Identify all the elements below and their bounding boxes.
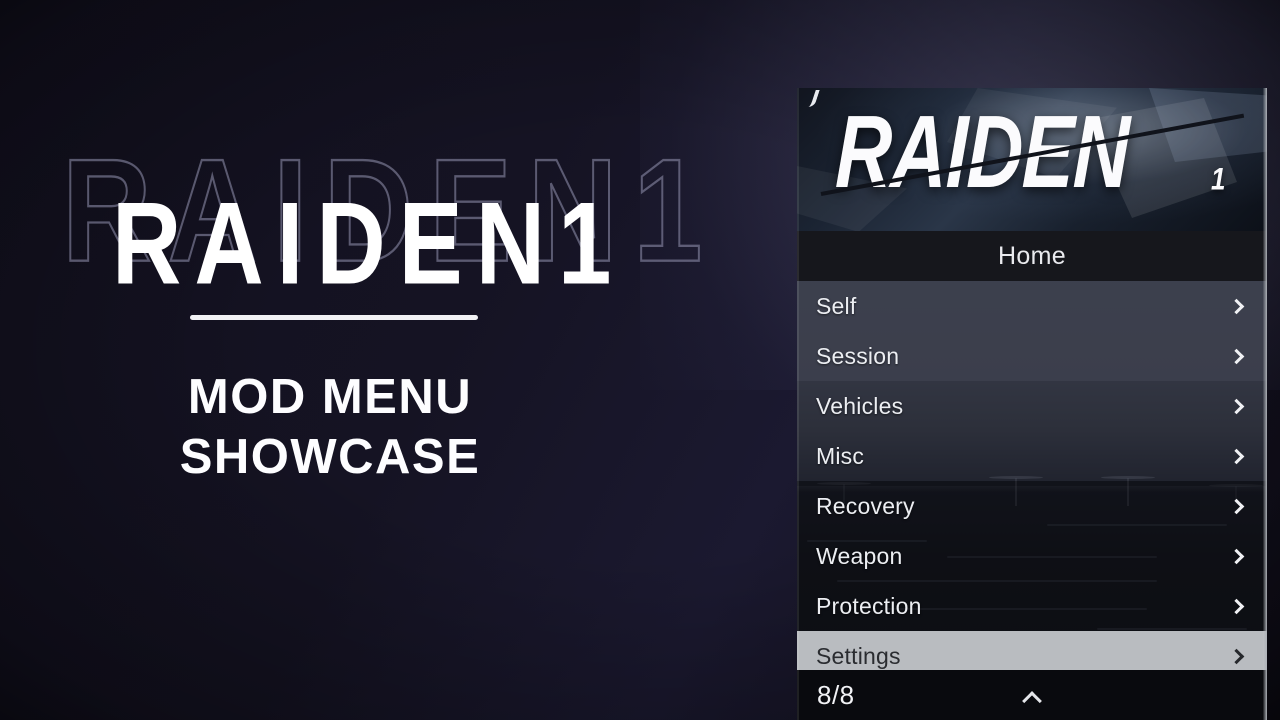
menu-footer-bar: 8/8 [797,670,1267,720]
menu-header-bar: Home [797,231,1267,281]
menu-item-label: Settings [816,642,901,669]
menu-item-list: Self Session Vehicles Misc Recovery Weapon Pro… [797,281,1267,681]
menu-item-vehicles[interactable]: Vehicles [797,381,1267,431]
banner-corner-mark [801,90,820,107]
menu-item-self[interactable]: Self [797,281,1267,331]
menu-item-session[interactable]: Session [797,331,1267,381]
chevron-right-icon [1229,348,1245,364]
menu-item-recovery[interactable]: Recovery [797,481,1267,531]
hero-title: RAIDEN1 [112,178,625,310]
chevron-up-icon[interactable] [1022,689,1042,701]
menu-item-protection[interactable]: Protection [797,581,1267,631]
panel-left-border [797,88,799,720]
menu-banner: RAIDEN 1 [797,88,1267,231]
menu-banner-logo: RAIDEN [834,93,1131,210]
hero-subtitle-line1: MOD MENU [187,370,473,424]
menu-item-label: Protection [816,592,922,619]
hero-title-block: RAIDEN1 RAIDEN1 [0,137,703,328]
screenshot-root: RAIDEN1 RAIDEN1 MOD MENU SHOWCASE RAIDEN… [0,0,1280,720]
hero-subtitle: MOD MENU SHOWCASE [0,368,660,488]
menu-header-title: Home [998,241,1066,270]
menu-item-label: Vehicles [816,392,904,419]
chevron-right-icon [1229,298,1245,314]
menu-banner-superscript: 1 [1211,160,1226,197]
hero-subtitle-line2: SHOWCASE [179,429,481,484]
chevron-right-icon [1229,498,1245,514]
panel-scrollbar[interactable] [1263,88,1267,720]
menu-item-weapon[interactable]: Weapon [797,531,1267,581]
menu-item-counter: 8/8 [817,679,855,710]
chevron-right-icon [1229,548,1245,564]
chevron-right-icon [1229,598,1245,614]
chevron-right-icon [1229,398,1245,414]
menu-item-label: Misc [816,442,865,469]
menu-item-misc[interactable]: Misc [797,431,1267,481]
menu-item-label: Session [816,342,900,369]
menu-item-label: Weapon [816,542,903,569]
chevron-right-icon [1229,648,1245,664]
hero-divider [190,315,478,320]
menu-item-label: Self [816,292,857,319]
menu-item-label: Recovery [816,492,915,519]
hero-section: RAIDEN1 RAIDEN1 MOD MENU SHOWCASE [0,0,703,720]
mod-menu-panel: RAIDEN 1 Home Self Session Vehicles Misc Rec… [797,88,1267,720]
menu-scroll-up-wrap [797,689,1267,701]
chevron-right-icon [1229,448,1245,464]
